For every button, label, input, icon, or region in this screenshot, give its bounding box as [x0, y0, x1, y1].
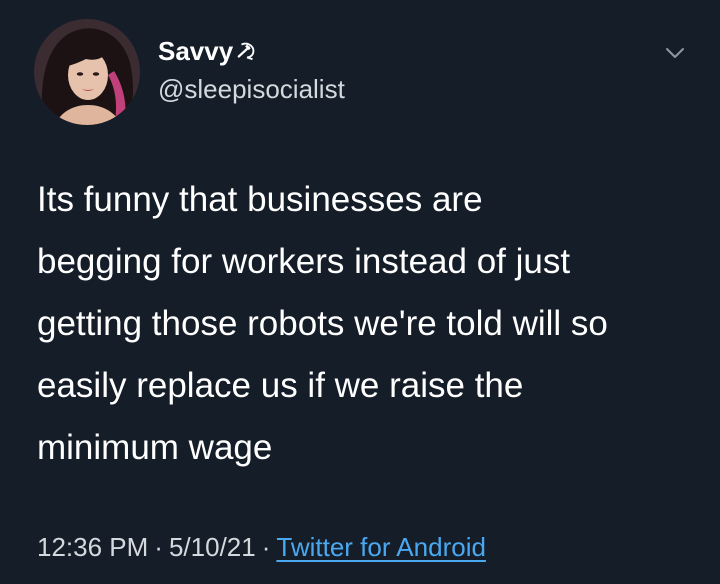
avatar[interactable] [34, 19, 140, 125]
hammer-and-sickle-icon [237, 42, 255, 61]
user-handle[interactable]: @sleepisocialist [158, 74, 345, 104]
meta-separator: · [154, 532, 163, 562]
tweet-source-link[interactable]: Twitter for Android [276, 532, 486, 562]
meta-separator: · [261, 532, 271, 562]
tweet-text: Its funny that businesses are begging fo… [37, 180, 608, 467]
display-name[interactable]: Savvy [158, 36, 258, 66]
avatar-photo [34, 19, 140, 125]
tweet-date[interactable]: 5/10/21 [169, 532, 256, 562]
chevron-down-icon[interactable] [664, 45, 686, 61]
tweet-time[interactable]: 12:36 PM [37, 532, 148, 562]
display-name-text: Savvy [158, 36, 234, 66]
tweet-meta: 12:36 PM · 5/10/21 · Twitter for Android [37, 530, 486, 564]
